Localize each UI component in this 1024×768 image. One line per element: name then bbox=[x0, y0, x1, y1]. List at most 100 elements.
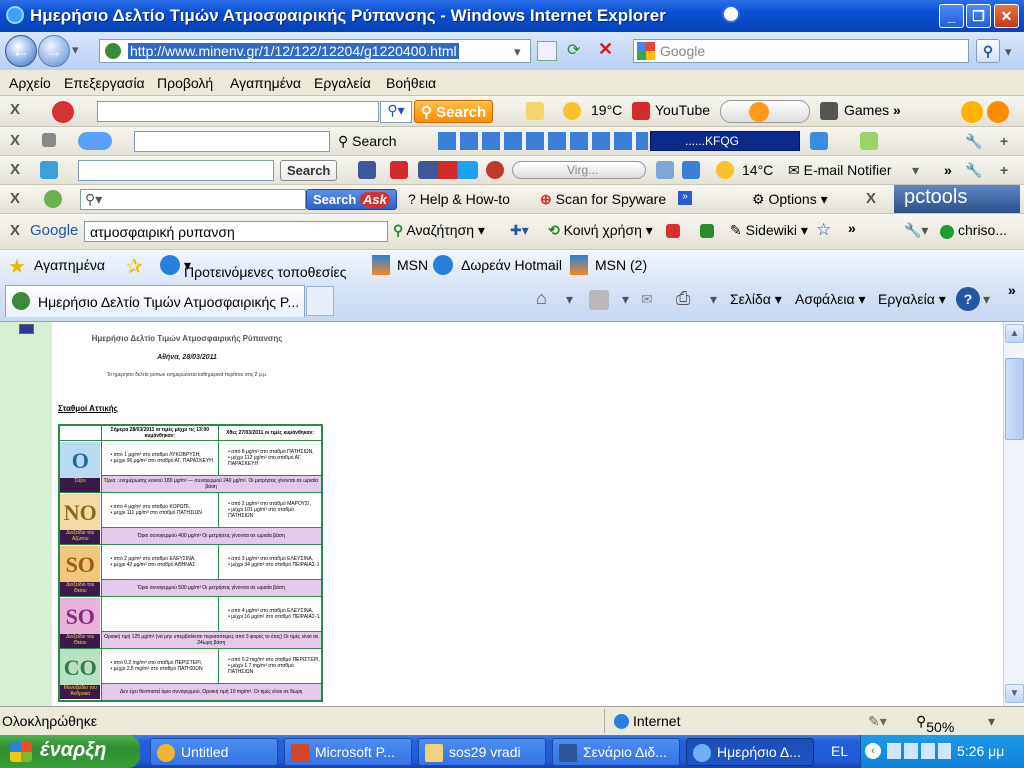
menu-help[interactable]: Βοήθεια bbox=[386, 75, 436, 91]
close-toolbar-icon[interactable]: X bbox=[10, 161, 20, 178]
task-folder[interactable]: sos29 vradi bbox=[418, 738, 546, 766]
help-link[interactable]: ? Help & How-to bbox=[408, 191, 510, 207]
fav-hotmail[interactable]: Δωρεάν Hotmail bbox=[461, 257, 562, 273]
tray-icons[interactable] bbox=[887, 743, 951, 759]
rss-dropdown-icon[interactable]: ▾ bbox=[622, 291, 629, 308]
weather-temp[interactable]: 19°C bbox=[591, 102, 622, 118]
protected-mode-icon[interactable]: ✎▾ bbox=[868, 713, 887, 730]
toolbar2-globe-icon[interactable] bbox=[810, 132, 828, 150]
bookmark-star-icon[interactable]: ☆ bbox=[816, 220, 831, 240]
scroll-thumb[interactable] bbox=[1005, 358, 1024, 440]
tools-menu[interactable]: Εργαλεία ▾ bbox=[878, 291, 946, 308]
home-dropdown-icon[interactable]: ▾ bbox=[566, 291, 573, 308]
history-dropdown-icon[interactable]: ▾ bbox=[72, 42, 79, 58]
fav-msn[interactable]: MSN bbox=[397, 257, 428, 273]
avatar-icon[interactable] bbox=[486, 161, 504, 179]
minimize-button[interactable]: _ bbox=[939, 4, 964, 28]
task-word[interactable]: Σενάριο Διδ... bbox=[552, 738, 680, 766]
help-dropdown-icon[interactable]: ▾ bbox=[983, 291, 990, 308]
games-link[interactable]: Games bbox=[844, 102, 889, 118]
search-go-button[interactable]: ⚲ bbox=[976, 39, 1000, 63]
search-engine-icon[interactable]: ⚲▾ bbox=[380, 101, 412, 123]
favorites-button[interactable]: Αγαπημένα bbox=[34, 257, 105, 273]
scroll-down-button[interactable]: ▼ bbox=[1005, 684, 1024, 703]
add-plus-icon[interactable]: ✚▾ bbox=[510, 222, 529, 239]
close-toolbar-icon[interactable]: X bbox=[10, 101, 20, 118]
toolbar5-green-icon[interactable] bbox=[700, 224, 714, 238]
scroll-up-button[interactable]: ▲ bbox=[1005, 324, 1024, 343]
address-dropdown-icon[interactable]: ▾ bbox=[514, 44, 521, 60]
forward-button[interactable]: → bbox=[38, 35, 70, 67]
pctools-logo[interactable]: pctools bbox=[894, 185, 1020, 213]
maximize-button[interactable]: ❐ bbox=[966, 4, 991, 28]
more-chevron-icon[interactable]: » bbox=[848, 220, 856, 236]
toolbar1-search-button[interactable]: ⚲ Search bbox=[414, 100, 494, 123]
sidewiki-button[interactable]: ✎ Sidewiki ▾ bbox=[730, 222, 808, 239]
language-indicator[interactable]: EL bbox=[831, 743, 848, 759]
close-toolbar-icon[interactable]: X bbox=[10, 132, 20, 149]
mail-icon[interactable]: ✉ bbox=[641, 291, 653, 308]
toolbar2-menu-icon[interactable] bbox=[42, 133, 56, 147]
power-icon[interactable] bbox=[44, 190, 62, 208]
email-notifier[interactable]: ✉ E-mail Notifier bbox=[788, 162, 892, 179]
toolbar4-search-input[interactable]: ⚲▾ bbox=[80, 189, 306, 210]
toolbar2-bin-icon[interactable] bbox=[860, 132, 878, 150]
google-search-button[interactable]: ⚲ Αναζήτηση ▾ bbox=[393, 222, 485, 239]
more-chevron-icon[interactable]: » bbox=[893, 102, 901, 118]
scan-spyware-link[interactable]: ⊕ Scan for Spyware bbox=[540, 191, 666, 208]
task-powerpoint[interactable]: Microsoft P... bbox=[284, 738, 412, 766]
search-options-icon[interactable]: ▾ bbox=[1005, 44, 1012, 60]
menu-file[interactable]: Αρχείο bbox=[9, 75, 51, 91]
help-icon[interactable]: ? bbox=[956, 287, 980, 311]
youtube-link[interactable]: YouTube bbox=[655, 102, 710, 118]
calendar-icon[interactable] bbox=[682, 161, 700, 179]
wrench-icon[interactable]: 🔧▾ bbox=[904, 222, 928, 239]
menu-edit[interactable]: Επεξεργασία bbox=[64, 75, 145, 91]
weather-temp[interactable]: 14°C bbox=[742, 162, 773, 178]
back-button[interactable]: ← bbox=[5, 35, 37, 67]
play-icon[interactable] bbox=[749, 102, 769, 122]
address-field[interactable]: http://www.minenv.gr/1/12/122/12204/g122… bbox=[99, 39, 531, 63]
compatibility-icon[interactable] bbox=[537, 41, 557, 61]
safety-menu[interactable]: Ασφάλεια ▾ bbox=[795, 291, 866, 308]
rss-icon[interactable] bbox=[589, 290, 609, 310]
task-ie-active[interactable]: Ημερήσιο Δ... bbox=[686, 738, 814, 766]
stations-link[interactable]: Σταθμοί Αττικής bbox=[58, 404, 118, 413]
more-chevron-icon[interactable]: » bbox=[1008, 282, 1016, 298]
share-button[interactable]: ⟲ Κοινή χρήση ▾ bbox=[548, 222, 653, 239]
media-player[interactable] bbox=[720, 100, 810, 123]
print-icon[interactable]: ⎙ bbox=[676, 288, 690, 309]
favorites-star-icon[interactable]: ★ bbox=[8, 254, 26, 279]
toolbar2-search-label[interactable]: ⚲ Search bbox=[338, 133, 397, 150]
task-untitled[interactable]: Untitled bbox=[150, 738, 278, 766]
print-dropdown-icon[interactable]: ▾ bbox=[710, 291, 717, 308]
english-flag-icon[interactable] bbox=[19, 324, 34, 334]
add-icon[interactable]: + bbox=[1000, 133, 1008, 149]
google-query-input[interactable]: ατμοσφαιρική ρυπανση bbox=[84, 221, 388, 242]
social-icons[interactable] bbox=[418, 161, 478, 179]
tab-active[interactable]: Ημερήσιο Δελτίο Τιμών Ατμοσφαιρικής Ρ... bbox=[5, 285, 305, 317]
toolbar3-search-button[interactable]: Search bbox=[280, 160, 338, 181]
start-button[interactable]: έναρξη bbox=[0, 735, 140, 768]
fav-suggested-sites[interactable]: Προτεινόμενες τοποθεσίες ▾ bbox=[184, 257, 346, 280]
toolbar3-mail-icon[interactable] bbox=[656, 161, 674, 179]
toolbar3-search-input[interactable] bbox=[78, 160, 274, 181]
close-toolbar-icon[interactable]: X bbox=[10, 222, 20, 239]
refresh-icon[interactable]: ⟳ bbox=[567, 40, 580, 60]
new-tab-button[interactable] bbox=[306, 286, 334, 316]
tray-expand-icon[interactable]: ‹ bbox=[865, 743, 881, 759]
facebook-icon[interactable] bbox=[358, 161, 376, 179]
dropdown-icon[interactable]: ▾ bbox=[912, 162, 919, 179]
radio-station-select[interactable]: ......KFQG bbox=[650, 131, 800, 151]
page-menu[interactable]: Σελίδα ▾ bbox=[730, 291, 782, 308]
add-favorite-icon[interactable]: ✰ bbox=[126, 254, 143, 279]
menu-tools[interactable]: Εργαλεία bbox=[314, 75, 371, 91]
more-chevron-icon[interactable]: » bbox=[944, 162, 952, 178]
radio-player[interactable]: Virg... bbox=[512, 161, 646, 179]
home-icon[interactable]: ⌂ bbox=[536, 288, 547, 309]
fav-msn-2[interactable]: MSN (2) bbox=[595, 257, 647, 273]
close-button[interactable]: ✕ bbox=[994, 4, 1019, 28]
options-menu[interactable]: ⚙ Options ▾ bbox=[752, 191, 828, 208]
close-toolbar-icon[interactable]: X bbox=[866, 190, 876, 207]
menu-favorites[interactable]: Αγαπημένα bbox=[230, 75, 301, 91]
